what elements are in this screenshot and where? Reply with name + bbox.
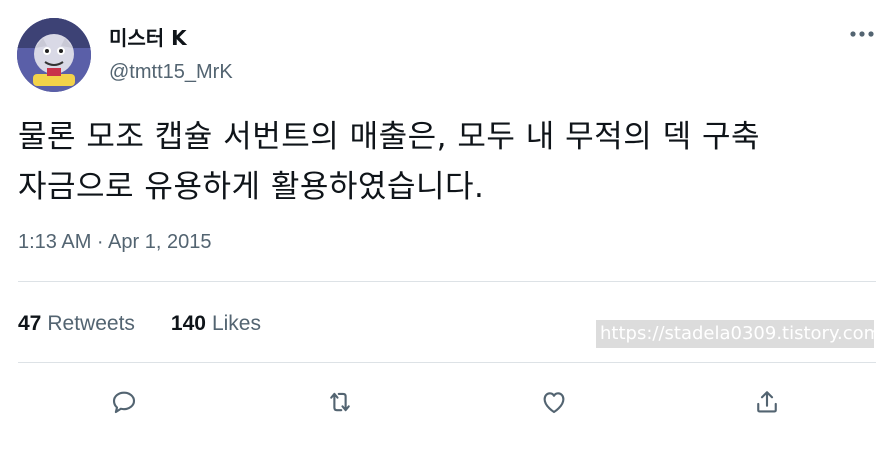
tweet-timestamp[interactable]: 1:13 AM · Apr 1, 2015 (18, 229, 211, 255)
likes-label: Likes (211, 312, 261, 335)
user-handle[interactable]: @tmtt15_MrK (109, 60, 233, 84)
like-icon (543, 392, 565, 414)
retweets-label: Retweets (47, 312, 135, 335)
tweet-text: 물론 모조 캡슐 서번트의 매출은, 모두 내 무적의 덱 구축 자금으로 유용… (18, 112, 888, 212)
retweets-stat[interactable]: 47 Retweets (18, 310, 135, 338)
like-button[interactable] (534, 382, 574, 422)
retweet-icon (330, 392, 350, 412)
display-name[interactable]: 미스터 K (109, 26, 187, 50)
watermark: https://stadela0309.tistory.com (596, 320, 874, 348)
divider (18, 281, 876, 282)
avatar-image (17, 18, 91, 92)
retweet-button[interactable] (320, 382, 360, 422)
reply-icon (112, 391, 136, 414)
reply-button[interactable] (104, 382, 144, 422)
tweet-text-line: 물론 모조 캡슐 서번트의 매출은, 모두 내 무적의 덱 구축 (18, 119, 760, 155)
more-options-button[interactable] (846, 20, 878, 48)
tweet-text-line: 자금으로 유용하게 활용하였습니다. (18, 169, 485, 205)
more-icon (850, 31, 874, 37)
avatar[interactable] (17, 18, 91, 92)
share-button[interactable] (747, 382, 787, 422)
retweets-count: 47 (18, 312, 42, 335)
share-icon (757, 391, 777, 413)
likes-stat[interactable]: 140 Likes (171, 310, 261, 338)
tweet-stats: 47 Retweets 140 Likes (18, 310, 261, 338)
divider (18, 362, 876, 363)
likes-count: 140 (170, 312, 206, 335)
